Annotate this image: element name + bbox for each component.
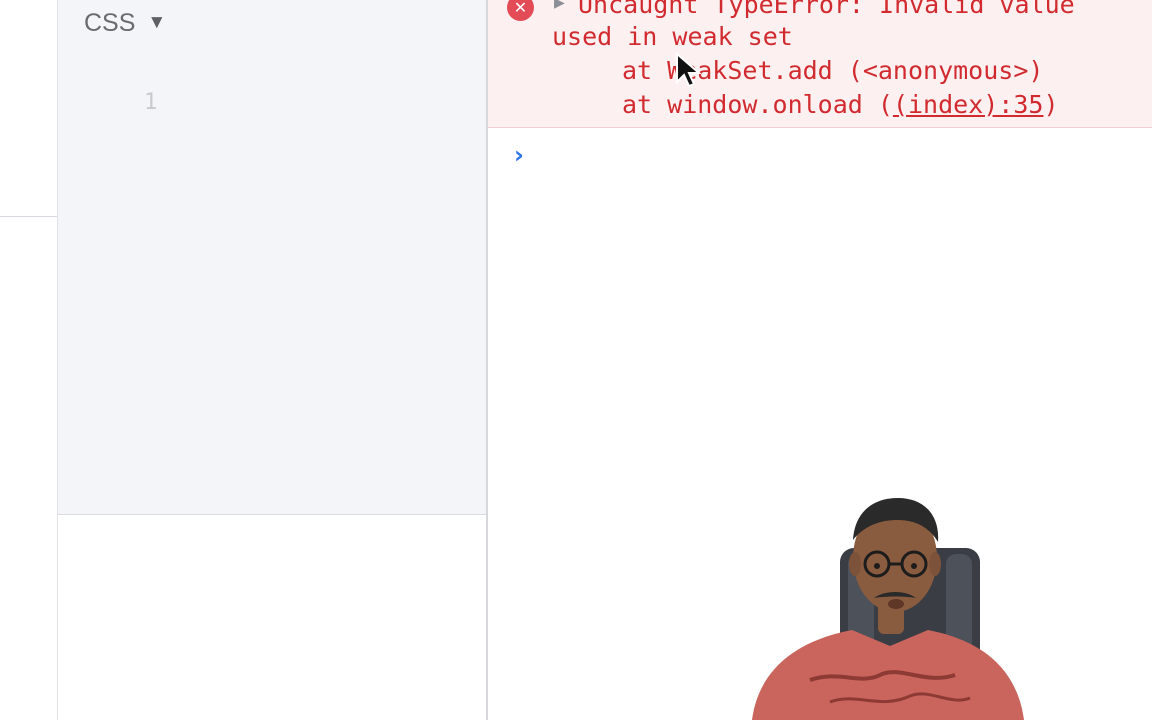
triangle-down-icon[interactable]: ▼ [147,12,166,34]
output-pane [58,516,486,720]
mouse-pointer-icon [676,52,701,88]
error-message-line: used in weak set [552,22,793,51]
webcam-presenter-image [752,498,1024,720]
source-link[interactable]: (index):35 [893,90,1044,119]
disclosure-triangle-icon[interactable]: ▶ [554,0,565,11]
left-sidebar-strip [0,0,58,720]
css-panel-toggle[interactable]: CSS ▼ [84,8,166,38]
screen: CSS ▼ 1 ✕ ▶ Uncaught TypeError: Invalid … [0,0,1152,720]
sidebar-divider [0,216,58,217]
editor-line-number: 1 [144,90,158,115]
css-panel-title: CSS [84,8,136,37]
stack-trace-suffix: ) [1043,90,1059,119]
console-error-message: ✕ ▶ Uncaught TypeError: Invalid value us… [488,0,1152,128]
stack-trace-prefix: at window.onload ( [622,90,893,119]
stack-trace-line: at window.onload ((index):35) [622,90,1059,119]
css-editor-pane[interactable]: CSS ▼ 1 [58,0,486,515]
error-circle-icon: ✕ [507,0,534,21]
error-message-line: Uncaught TypeError: Invalid value [578,0,1075,19]
chevron-right-icon[interactable]: › [514,141,524,169]
